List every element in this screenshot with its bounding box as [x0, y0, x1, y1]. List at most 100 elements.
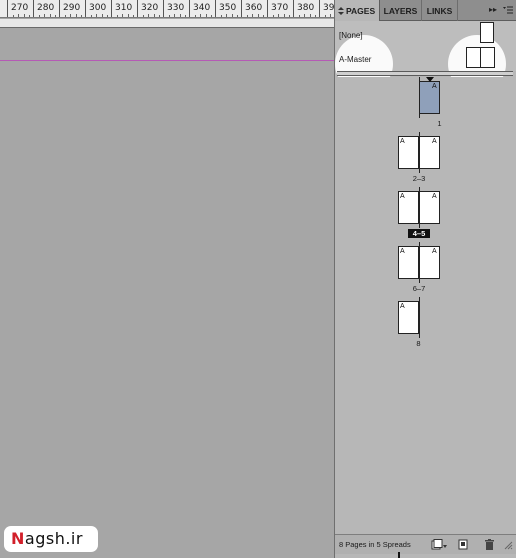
- ruler-tick: [236, 15, 238, 17]
- ruler-tick: [179, 14, 181, 17]
- ruler-segment: 320: [137, 0, 163, 17]
- watermark-logo: Nagsh.ir: [4, 526, 98, 552]
- tab-layers-label: LAYERS: [383, 6, 418, 16]
- watermark-first-letter: N: [11, 529, 25, 548]
- ruler-tick: [184, 15, 186, 17]
- page-count-status: 8 Pages in 5 Spreads: [339, 540, 411, 549]
- ruler-tick: [210, 15, 212, 17]
- ruler-tick: [278, 14, 280, 17]
- ruler-tick: [117, 15, 119, 17]
- ruler-tick: [231, 14, 233, 17]
- panel-expand-icon[interactable]: ▸▸: [489, 5, 497, 14]
- applied-master-letter: A: [432, 193, 437, 200]
- watermark-rest: agsh.ir: [24, 529, 83, 548]
- ruler-tick: [75, 14, 77, 17]
- page-size-icon[interactable]: [431, 539, 447, 550]
- ruler-tick: [205, 14, 207, 17]
- a-master-spread-thumbnail[interactable]: [466, 47, 495, 68]
- applied-master-letter: A: [432, 138, 437, 145]
- panel-status-bar: 8 Pages in 5 Spreads: [335, 534, 516, 554]
- ruler-segment: 370: [267, 0, 293, 17]
- spread-number-label: 1: [437, 119, 442, 128]
- ruler-tick: [158, 15, 160, 17]
- ruler-tick: [148, 14, 150, 17]
- tab-pages[interactable]: PAGES: [335, 0, 380, 21]
- ruler-segment: 290: [59, 0, 85, 17]
- cursor-stub: [398, 552, 400, 558]
- ruler-tick: [13, 15, 15, 17]
- ruler-tick: [257, 14, 259, 17]
- new-page-icon[interactable]: [458, 539, 469, 550]
- ruler-tick: [28, 15, 30, 17]
- page-thumbnail[interactable]: A: [419, 246, 440, 279]
- ruler-label: 340: [193, 3, 211, 13]
- spread-number-label: 8: [416, 339, 421, 348]
- panel-divider[interactable]: [337, 71, 513, 76]
- ruler-tick: [314, 15, 316, 17]
- ruler-segment: 350: [215, 0, 241, 17]
- master-none-label[interactable]: [None]: [339, 31, 363, 40]
- resize-grip-icon[interactable]: [504, 539, 513, 550]
- ruler-tick: [65, 15, 67, 17]
- spread-spine: [419, 77, 420, 118]
- spread-number-label: 4–5: [408, 229, 430, 238]
- page-thumbnail[interactable]: A: [419, 136, 440, 169]
- watermark-text: Nagsh.ir: [11, 529, 83, 548]
- pages-panel: PAGES LAYERS LINKS ▸▸ [None] A-Master A …: [334, 0, 516, 558]
- tab-layers[interactable]: LAYERS: [380, 0, 422, 21]
- ruler-label: 360: [245, 3, 263, 13]
- ruler-tick: [39, 15, 41, 17]
- ruler-tick: [330, 14, 332, 17]
- tab-pages-label: PAGES: [346, 6, 376, 16]
- page-thumbnail[interactable]: A: [419, 81, 440, 114]
- ruler-tick: [252, 14, 254, 17]
- applied-master-letter: A: [400, 193, 405, 200]
- ruler-tick: [247, 15, 249, 17]
- applied-master-letter: A: [432, 248, 437, 255]
- ruler-segment: 340: [189, 0, 215, 17]
- ruler-label: 310: [115, 3, 133, 13]
- pasteboard[interactable]: [0, 29, 334, 558]
- horizontal-ruler[interactable]: 270 280 290 300 310 320 330 340 350 360 370 380 39: [0, 0, 334, 18]
- applied-master-letter: A: [432, 83, 437, 90]
- ruler-label: 350: [219, 3, 237, 13]
- none-master-page-icon[interactable]: [480, 22, 494, 43]
- page-thumbnail[interactable]: A: [398, 136, 419, 169]
- ruler-tick: [288, 15, 290, 17]
- ruler-tick: [226, 14, 228, 17]
- ruler-label: 370: [271, 3, 289, 13]
- ruler-label: 330: [167, 3, 185, 13]
- ruler-segment: 39: [319, 0, 334, 17]
- page-thumbnail[interactable]: A: [419, 191, 440, 224]
- ruler-tick: [23, 14, 25, 17]
- ruler-segment: 330: [163, 0, 189, 17]
- tab-links-label: LINKS: [426, 6, 453, 16]
- ruler-tick: [221, 15, 223, 17]
- tab-links[interactable]: LINKS: [422, 0, 458, 21]
- ruler-tick: [169, 15, 171, 17]
- spread-spine: [419, 242, 420, 283]
- ruler-segment: 300: [85, 0, 111, 17]
- document-page-edge: [0, 19, 334, 28]
- ruler-tick: [132, 15, 134, 17]
- ruler-tick: [91, 15, 93, 17]
- ruler-tick: [143, 15, 145, 17]
- page-thumbnail[interactable]: A: [398, 301, 419, 334]
- page-thumbnail[interactable]: A: [398, 191, 419, 224]
- master-a-label[interactable]: A-Master: [339, 55, 371, 64]
- ruler-tick: [49, 14, 51, 17]
- applied-master-letter: A: [400, 248, 405, 255]
- panel-tab-bar: PAGES LAYERS LINKS ▸▸: [335, 0, 516, 21]
- delete-page-icon[interactable]: [484, 539, 495, 550]
- panel-menu-icon[interactable]: [503, 5, 513, 15]
- page-thumbnail[interactable]: A: [398, 246, 419, 279]
- master-spine: [480, 48, 481, 67]
- ruler-label: 290: [63, 3, 81, 13]
- collapse-arrows-icon[interactable]: [338, 7, 344, 15]
- ruler-label: 300: [89, 3, 107, 13]
- applied-master-letter: A: [400, 138, 405, 145]
- ruler-tick: [262, 15, 264, 17]
- ruler-tick: [127, 14, 129, 17]
- ruler-label: 380: [297, 3, 315, 13]
- ruler-segment: 310: [111, 0, 137, 17]
